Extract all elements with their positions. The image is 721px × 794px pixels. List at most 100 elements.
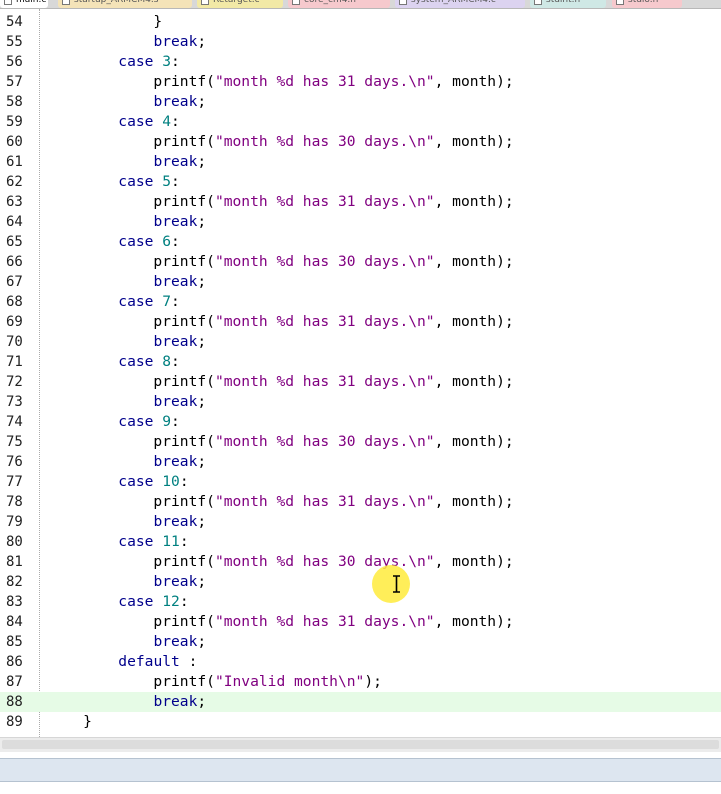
code-token-kw: break: [153, 93, 198, 110]
tab-retarget-c[interactable]: Retarget.c: [197, 0, 283, 8]
tab-main-c[interactable]: main.c: [0, 0, 48, 8]
code-line[interactable]: 57 printf("month %d has 31 days.\n", mon…: [0, 72, 721, 92]
code-text: case 9:: [48, 412, 180, 432]
code-line[interactable]: 62 case 5:: [0, 172, 721, 192]
code-line[interactable]: 54 }: [0, 12, 721, 32]
code-line[interactable]: 75 printf("month %d has 30 days.\n", mon…: [0, 432, 721, 452]
code-token-plain: }: [48, 713, 92, 730]
file-icon: [201, 0, 209, 5]
code-line[interactable]: 67 break;: [0, 272, 721, 292]
code-line[interactable]: 87 printf("Invalid month\n");: [0, 672, 721, 692]
code-token-kw: break: [153, 633, 198, 650]
code-line[interactable]: 69 printf("month %d has 31 days.\n", mon…: [0, 312, 721, 332]
file-icon: [534, 0, 542, 5]
code-token-plain: printf(: [48, 673, 215, 690]
code-line[interactable]: 61 break;: [0, 152, 721, 172]
code-token-plain: , month);: [434, 553, 514, 570]
code-token-num: 4: [162, 113, 172, 130]
tab-stdio-h[interactable]: stdio.h: [612, 0, 682, 8]
code-token-str: "month %d has 31 days.\n": [214, 193, 435, 210]
code-token-plain: ;: [197, 693, 207, 710]
code-text: printf("month %d has 30 days.\n", month)…: [48, 132, 513, 152]
code-line[interactable]: 56 case 3:: [0, 52, 721, 72]
bottom-panel: [0, 758, 721, 782]
tab-core-cm4-h[interactable]: core_cm4.h: [288, 0, 390, 8]
code-line[interactable]: 63 printf("month %d has 31 days.\n", mon…: [0, 192, 721, 212]
tab-system-armcm4-c[interactable]: system_ARMCM4.c: [395, 0, 525, 8]
code-line[interactable]: 74 case 9:: [0, 412, 721, 432]
code-line[interactable]: 59 case 4:: [0, 112, 721, 132]
code-token-plain: , month);: [434, 73, 514, 90]
code-token-str: "month %d has 30 days.\n": [214, 253, 435, 270]
tab-stdint-h[interactable]: stdint.h: [530, 0, 606, 8]
horizontal-scrollbar[interactable]: [0, 737, 721, 752]
code-line[interactable]: 84 printf("month %d has 31 days.\n", mon…: [0, 612, 721, 632]
code-token-plain: :: [179, 533, 189, 550]
line-number: 88: [6, 694, 23, 710]
code-line[interactable]: 71 case 8:: [0, 352, 721, 372]
code-line[interactable]: 83 case 12:: [0, 592, 721, 612]
code-line[interactable]: 73 break;: [0, 392, 721, 412]
code-token-num: 8: [162, 353, 172, 370]
ibeam-icon: [393, 575, 400, 593]
code-text: printf("month %d has 30 days.\n", month)…: [48, 252, 513, 272]
code-line[interactable]: 80 case 11:: [0, 532, 721, 552]
code-text: printf("month %d has 31 days.\n", month)…: [48, 312, 513, 332]
tab-startup-armcm4-s[interactable]: startup_ARMCM4.s: [58, 0, 192, 8]
code-line[interactable]: 66 printf("month %d has 30 days.\n", mon…: [0, 252, 721, 272]
code-line[interactable]: 55 break;: [0, 32, 721, 52]
code-line[interactable]: 88 break;: [0, 692, 721, 712]
code-line[interactable]: 68 case 7:: [0, 292, 721, 312]
code-line[interactable]: 58 break;: [0, 92, 721, 112]
code-token-kw: break: [153, 213, 198, 230]
code-token-plain: :: [179, 473, 189, 490]
code-token-str: "month %d has 31 days.\n": [214, 313, 435, 330]
code-text: case 6:: [48, 232, 180, 252]
code-line[interactable]: 65 case 6:: [0, 232, 721, 252]
code-line[interactable]: 81 printf("month %d has 30 days.\n", mon…: [0, 552, 721, 572]
code-line[interactable]: 79 break;: [0, 512, 721, 532]
code-line[interactable]: 77 case 10:: [0, 472, 721, 492]
code-line[interactable]: 82 break;: [0, 572, 721, 592]
code-line[interactable]: 78 printf("month %d has 31 days.\n", mon…: [0, 492, 721, 512]
code-line[interactable]: 60 printf("month %d has 30 days.\n", mon…: [0, 132, 721, 152]
code-token-kw: case: [118, 173, 154, 190]
code-line[interactable]: 76 break;: [0, 452, 721, 472]
line-number: 77: [6, 474, 23, 490]
code-token-plain: :: [171, 353, 180, 370]
code-token-kw: case: [118, 233, 154, 250]
code-line[interactable]: 70 break;: [0, 332, 721, 352]
code-text: printf("month %d has 31 days.\n", month)…: [48, 612, 513, 632]
code-line[interactable]: 85 break;: [0, 632, 721, 652]
tab-label: Retarget.c: [213, 0, 260, 5]
code-token-num: 5: [162, 173, 172, 190]
line-number: 54: [6, 14, 23, 30]
code-token-plain: ;: [197, 33, 207, 50]
code-text: case 12:: [48, 592, 188, 612]
code-line[interactable]: 86 default :: [0, 652, 721, 672]
code-text: printf("month %d has 31 days.\n", month)…: [48, 492, 513, 512]
code-text: break;: [48, 332, 206, 352]
horizontal-scrollbar-thumb[interactable]: [2, 740, 719, 749]
code-token-str: "month %d has 31 days.\n": [214, 493, 435, 510]
code-line[interactable]: 89 }: [0, 712, 721, 732]
code-line[interactable]: 64 break;: [0, 212, 721, 232]
file-icon: [4, 0, 12, 5]
code-text: case 7:: [48, 292, 180, 312]
code-editor[interactable]: 54 } 55 break; 56 case 3: 57 printf("month …: [0, 9, 721, 737]
code-line[interactable]: 72 printf("month %d has 31 days.\n", mon…: [0, 372, 721, 392]
code-token-num: 9: [162, 413, 172, 430]
line-number: 80: [6, 534, 23, 550]
code-token-plain: printf(: [48, 373, 215, 390]
code-text: break;: [48, 272, 206, 292]
